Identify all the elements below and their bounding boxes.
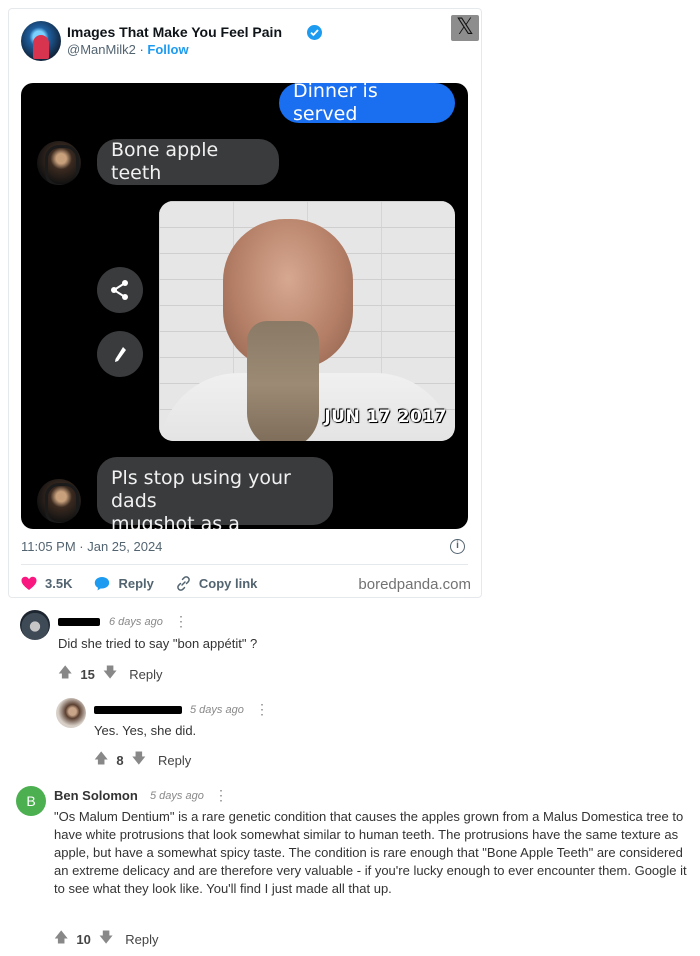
downvote-icon[interactable]: 🡇 — [99, 927, 113, 951]
commenter-avatar[interactable] — [56, 698, 86, 728]
contact-avatar — [37, 479, 81, 523]
comment-reply: 5 days ago ⋮ Yes. Yes, she did. 🡅 8 🡇 Re… — [0, 694, 700, 774]
beard — [247, 321, 319, 441]
display-name[interactable]: Images That Make You Feel Pain — [67, 24, 282, 40]
like-button[interactable]: 3.5K — [21, 576, 72, 591]
reply-button[interactable]: Reply — [94, 575, 154, 591]
comment-text: "Os Malum Dentium" is a rare genetic con… — [54, 809, 687, 896]
mugshot-photo: JUN 17 2017 — [159, 201, 455, 441]
info-icon[interactable]: i — [450, 539, 465, 554]
chat-screenshot-image[interactable]: Dinner is served Bone apple teeth JUN 17… — [21, 83, 468, 529]
upvote-icon[interactable]: 🡅 — [58, 662, 72, 686]
reply-button[interactable]: Reply — [158, 753, 191, 768]
contact-avatar — [37, 141, 81, 185]
vote-bar: 🡅 15 🡇 Reply — [58, 662, 163, 686]
more-options-icon[interactable]: ⋮ — [214, 788, 228, 802]
downvote-icon[interactable]: 🡇 — [132, 748, 146, 772]
comment-text: Did she tried to say "bon appétit" ? — [58, 636, 258, 651]
redacted-username — [58, 618, 100, 626]
comment-time: 5 days ago — [190, 704, 244, 716]
reply-label: Reply — [118, 575, 154, 591]
heart-icon — [21, 576, 37, 590]
upvote-icon[interactable]: 🡅 — [54, 927, 68, 951]
comment: B Ben Solomon 5 days ago ⋮ "Os Malum Den… — [0, 784, 700, 954]
received-message-bubble: Bone apple teeth — [97, 139, 279, 185]
comment: 6 days ago ⋮ Did she tried to say "bon a… — [0, 606, 700, 686]
tweet-card: Images That Make You Feel Pain @ManMilk2… — [8, 8, 482, 598]
divider — [21, 564, 468, 565]
comment-text: Yes. Yes, she did. — [94, 723, 197, 738]
like-count: 3.5K — [45, 575, 73, 591]
more-options-icon[interactable]: ⋮ — [255, 702, 269, 716]
downvote-icon[interactable]: 🡇 — [103, 662, 117, 686]
verified-badge-icon — [307, 25, 322, 40]
pencil-icon — [97, 331, 143, 377]
copy-link-label: Copy link — [198, 575, 258, 591]
reply-button[interactable]: Reply — [125, 932, 158, 947]
photo-date-stamp: JUN 17 2017 — [324, 407, 447, 427]
more-options-icon[interactable]: ⋮ — [174, 614, 188, 628]
handle[interactable]: @ManMilk2 — [67, 42, 136, 57]
reply-button[interactable]: Reply — [129, 667, 162, 682]
x-logo-glyph: 𝕏 — [456, 15, 474, 40]
comment-time: 6 days ago — [109, 616, 163, 628]
vote-count: 8 — [116, 752, 124, 768]
commenter-avatar[interactable] — [20, 610, 50, 640]
x-logo-icon[interactable]: 𝕏 — [451, 15, 479, 41]
vote-bar: 🡅 8 🡇 Reply — [94, 748, 191, 772]
tweet-actions: 3.5K Reply Copy link — [21, 575, 279, 591]
redacted-username — [94, 706, 182, 714]
link-icon — [177, 575, 190, 591]
vote-count: 10 — [76, 931, 91, 947]
sent-message-bubble: Dinner is served — [279, 83, 455, 125]
commenter-name[interactable]: Ben Solomon — [54, 788, 138, 803]
tweet-timestamp[interactable]: 11:05 PM · Jan 25, 2024 — [21, 539, 162, 554]
commenter-avatar[interactable]: B — [16, 786, 46, 816]
upvote-icon[interactable]: 🡅 — [94, 748, 108, 772]
vote-count: 15 — [80, 666, 95, 682]
received-message-line: mugshot as a reaction pic — [111, 513, 240, 529]
received-message-bubble: Pls stop using your dads mugshot as a re… — [97, 457, 333, 529]
follow-link[interactable]: Follow — [147, 42, 188, 57]
separator: · — [139, 42, 144, 57]
received-message-line: Pls stop using your dads — [111, 467, 291, 512]
share-icon — [97, 267, 143, 313]
vote-bar: 🡅 10 🡇 Reply — [54, 927, 159, 951]
handle-line: @ManMilk2 · Follow — [67, 42, 189, 57]
comment-bubble-icon — [95, 576, 110, 590]
received-message-text: Bone apple teeth — [111, 139, 219, 184]
comment-time: 5 days ago — [150, 790, 204, 802]
source-watermark: boredpanda.com — [358, 576, 471, 593]
profile-avatar[interactable] — [21, 21, 61, 61]
copy-link-button[interactable]: Copy link — [176, 575, 258, 591]
